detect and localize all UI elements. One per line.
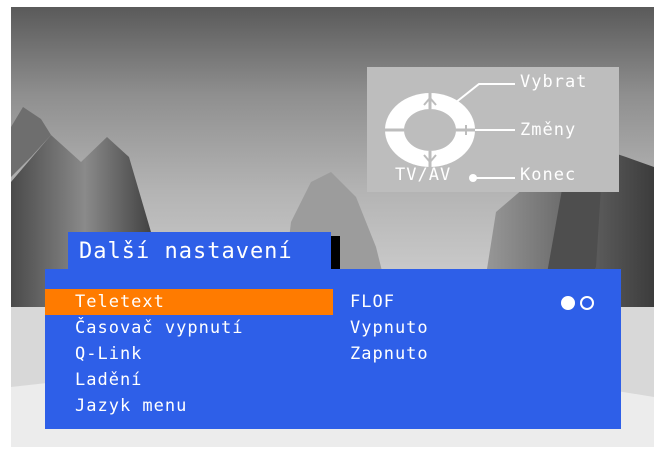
sleep-timer-option-value[interactable]: Vypnuto: [350, 315, 429, 341]
menu-item-tuning[interactable]: Ladění: [45, 367, 333, 393]
tv-screen: Vybrat Změny Konec TV/AV Další nastavení…: [11, 7, 654, 447]
page-dot-active-icon: [561, 296, 575, 310]
change-hint-label: Změny: [520, 120, 577, 140]
tvav-hint-label: TV/AV: [395, 165, 452, 185]
select-hint-label: Vybrat: [520, 72, 588, 92]
teletext-option-value[interactable]: FLOF: [350, 289, 395, 315]
page-indicator: [561, 296, 605, 310]
exit-hint-label: Konec: [520, 165, 577, 185]
page-dot-inactive-icon: [580, 296, 594, 310]
q-link-option-value[interactable]: Zapnuto: [350, 341, 429, 367]
settings-menu-panel: Teletext Časovač vypnutí Q-Link Ladění J…: [45, 269, 621, 429]
menu-item-menu-language[interactable]: Jazyk menu: [45, 393, 333, 419]
menu-item-sleep-timer[interactable]: Časovač vypnutí: [45, 315, 333, 341]
menu-item-teletext[interactable]: Teletext: [45, 289, 333, 315]
menu-item-q-link[interactable]: Q-Link: [45, 341, 333, 367]
menu-title: Další nastavení: [68, 232, 331, 272]
remote-help-box: Vybrat Změny Konec TV/AV: [367, 67, 619, 192]
